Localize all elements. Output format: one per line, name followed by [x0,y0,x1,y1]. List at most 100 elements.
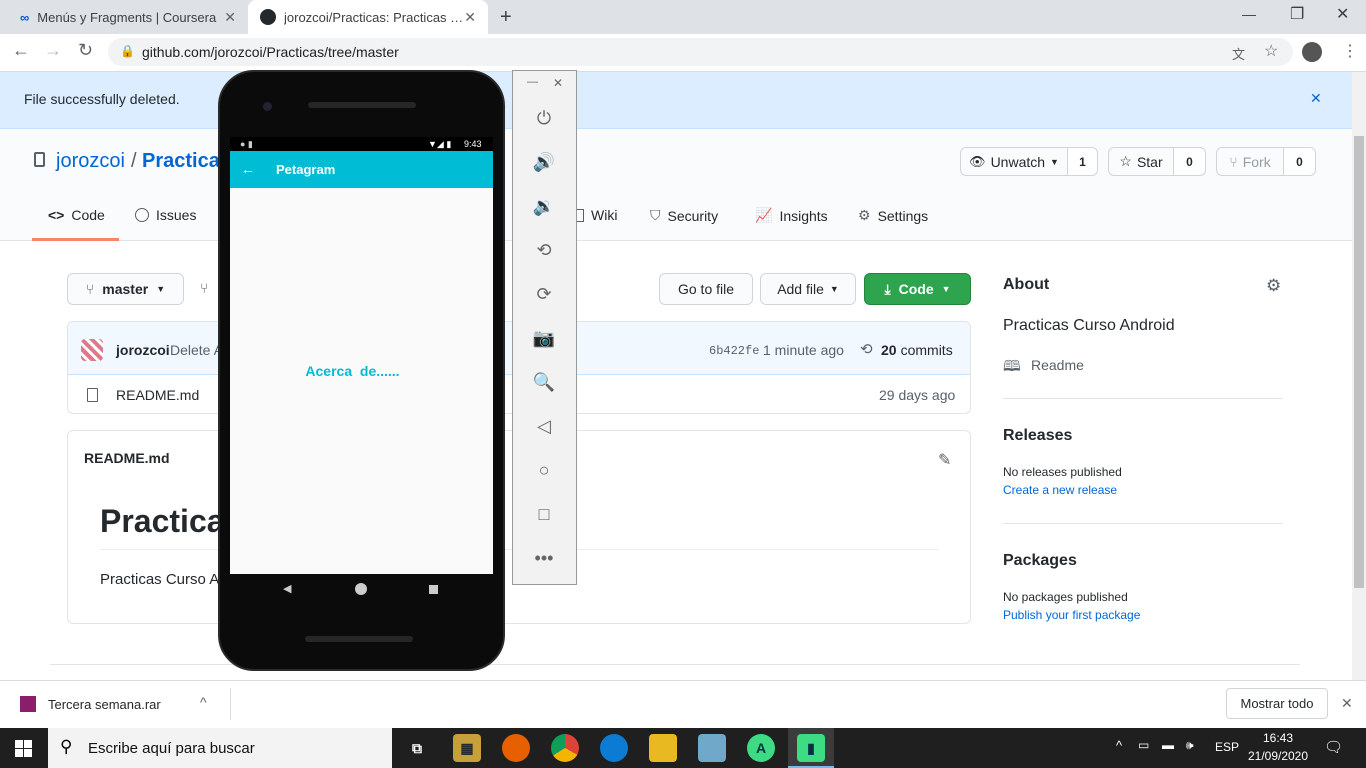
tab-code[interactable]: <> Code [48,207,105,223]
overview-square-icon[interactable]: □ [532,502,556,526]
menu-icon[interactable]: ⋮ [1342,41,1358,61]
chevron-up-icon[interactable]: ^ [200,694,207,710]
repo-header [0,129,1352,241]
readme-link[interactable]: Readme [1031,357,1084,373]
search-placeholder[interactable]: Escribe aquí para buscar [88,740,255,757]
bookmark-star-icon[interactable]: ☆ [1264,41,1278,61]
profile-avatar[interactable] [1302,42,1322,62]
close-download-bar-icon[interactable]: ✕ [1341,695,1353,712]
signal-battery-icons: ▼◢ ▮ [428,139,452,149]
create-release-link[interactable]: Create a new release [1003,483,1117,497]
zoom-icon[interactable]: 🔍 [532,370,556,394]
commit-message[interactable]: Delete A [170,342,223,358]
volume-icon[interactable]: 🕪 [1186,738,1194,753]
book-icon: 🕮 [1003,358,1021,375]
reload-icon[interactable]: ↻ [78,40,93,61]
android-studio-icon[interactable]: A [747,734,775,762]
download-icon: ⤓ [884,280,891,297]
language-indicator[interactable]: ESP [1215,740,1239,754]
emulator-minimize-icon[interactable]: — [527,76,538,88]
caret-down-icon: ▼ [941,284,951,294]
volume-up-icon[interactable]: 🔊 [532,150,556,174]
camera-icon [263,102,272,111]
restore-window-button[interactable]: ❐ [1290,4,1304,24]
active-tab-underline [32,238,119,241]
add-file-button[interactable]: Add file ▼ [760,273,856,305]
repo-icon [34,152,45,167]
about-text: Acerca de...... [305,363,400,379]
firefox-icon[interactable] [502,734,530,762]
back-icon[interactable]: ← [12,40,30,61]
pencil-icon[interactable]: ✎ [938,450,951,470]
notification-center-icon[interactable]: 🗨 [1324,738,1343,756]
task-view-icon[interactable]: ⧉ [403,734,431,762]
rotate-left-icon[interactable]: ⟲ [532,238,556,262]
translate-icon[interactable]: 文 [1232,44,1245,63]
nav-back-icon[interactable]: ◀ [283,582,291,595]
star-count[interactable]: 0 [1174,147,1206,176]
edge-icon[interactable] [600,734,628,762]
commit-author[interactable]: jorozcoi [116,342,170,358]
file-explorer-icon[interactable] [649,734,677,762]
clock-time[interactable]: 16:43 [1246,731,1310,745]
chrome-icon[interactable] [551,734,579,762]
network-icon[interactable]: ▭ [1138,738,1149,752]
notification-icons: ● ▮ [240,139,253,149]
fork-count[interactable]: 0 [1284,147,1316,176]
tab-wiki[interactable]: Wiki [574,207,617,223]
code-download-button[interactable]: ⤓ Code ▼ [864,273,971,305]
tab-security[interactable]: ⛉ Security [650,207,718,224]
power-icon[interactable]: ⏻ [532,106,556,130]
repo-owner-link[interactable]: jorozcoi [56,150,125,173]
branches-icon[interactable]: ⑂ [200,280,208,296]
commit-sha[interactable]: 6b422fe [709,344,759,358]
forward-icon[interactable]: → [44,40,62,61]
new-tab-button[interactable]: + [500,6,512,29]
status-bar [230,137,493,151]
tab-github[interactable]: jorozcoi/Practicas: Practicas Curso ✕ [248,0,488,34]
url-text[interactable]: github.com/jorozcoi/Practicas/tree/maste… [142,44,399,60]
show-all-button[interactable]: Mostrar todo [1226,688,1328,719]
close-icon[interactable]: ✕ [1310,90,1322,107]
clock-date[interactable]: 21/09/2020 [1246,749,1310,763]
minimize-window-button[interactable]: — [1242,6,1256,22]
watch-count[interactable]: 1 [1068,147,1098,176]
notes-app-icon[interactable] [698,734,726,762]
battery-icon[interactable]: ▬ [1162,738,1174,752]
home-circle-icon[interactable]: ○ [532,458,556,482]
star-icon: ☆ [1119,153,1132,169]
go-to-file-button[interactable]: Go to file [659,273,753,305]
screenshot-camera-icon[interactable]: 📷 [532,326,556,350]
close-tab-icon[interactable]: ✕ [224,9,236,26]
tray-chevron-icon[interactable]: ^ [1116,738,1122,753]
download-file-name[interactable]: Tercera semana.rar [48,697,161,712]
commits-link[interactable]: 20 commits [881,342,953,358]
back-arrow-icon[interactable]: ← [241,161,255,177]
publish-package-link[interactable]: Publish your first package [1003,608,1140,622]
star-button[interactable]: ☆ Star [1108,147,1174,176]
tab-settings[interactable]: ⚙ Settings [858,207,928,224]
back-triangle-icon[interactable]: ◁ [532,414,556,438]
tab-issues[interactable]: Issues [135,207,196,223]
nav-home-icon[interactable] [355,583,367,595]
gear-icon[interactable]: ⚙ [1266,276,1281,296]
close-tab-icon[interactable]: ✕ [464,9,476,26]
scrollbar-thumb[interactable] [1354,136,1364,588]
unwatch-button[interactable]: 👁 Unwatch ▼ [960,147,1068,176]
fork-button[interactable]: ⑂ Fork [1216,147,1284,176]
file-name-link[interactable]: README.md [116,387,199,403]
more-options-icon[interactable]: ••• [532,546,556,570]
tab-insights[interactable]: 📈 Insights [755,207,828,224]
close-window-button[interactable]: ✕ [1336,4,1349,24]
tab-coursera[interactable]: ∞ Menús y Fragments | Coursera ✕ [8,0,248,34]
windows-start-icon[interactable] [15,740,32,757]
volume-down-icon[interactable]: 🔉 [532,194,556,218]
rotate-right-icon[interactable]: ⟳ [532,282,556,306]
emulator-close-icon[interactable]: ✕ [553,76,563,90]
avatar[interactable] [81,339,103,361]
packages-heading: Packages [1003,552,1077,569]
emulator-icon: ▮ [797,734,825,762]
store-icon[interactable]: ▦ [453,734,481,762]
branch-select-button[interactable]: ⑂ master ▼ [67,273,184,305]
nav-recents-icon[interactable] [429,585,438,594]
